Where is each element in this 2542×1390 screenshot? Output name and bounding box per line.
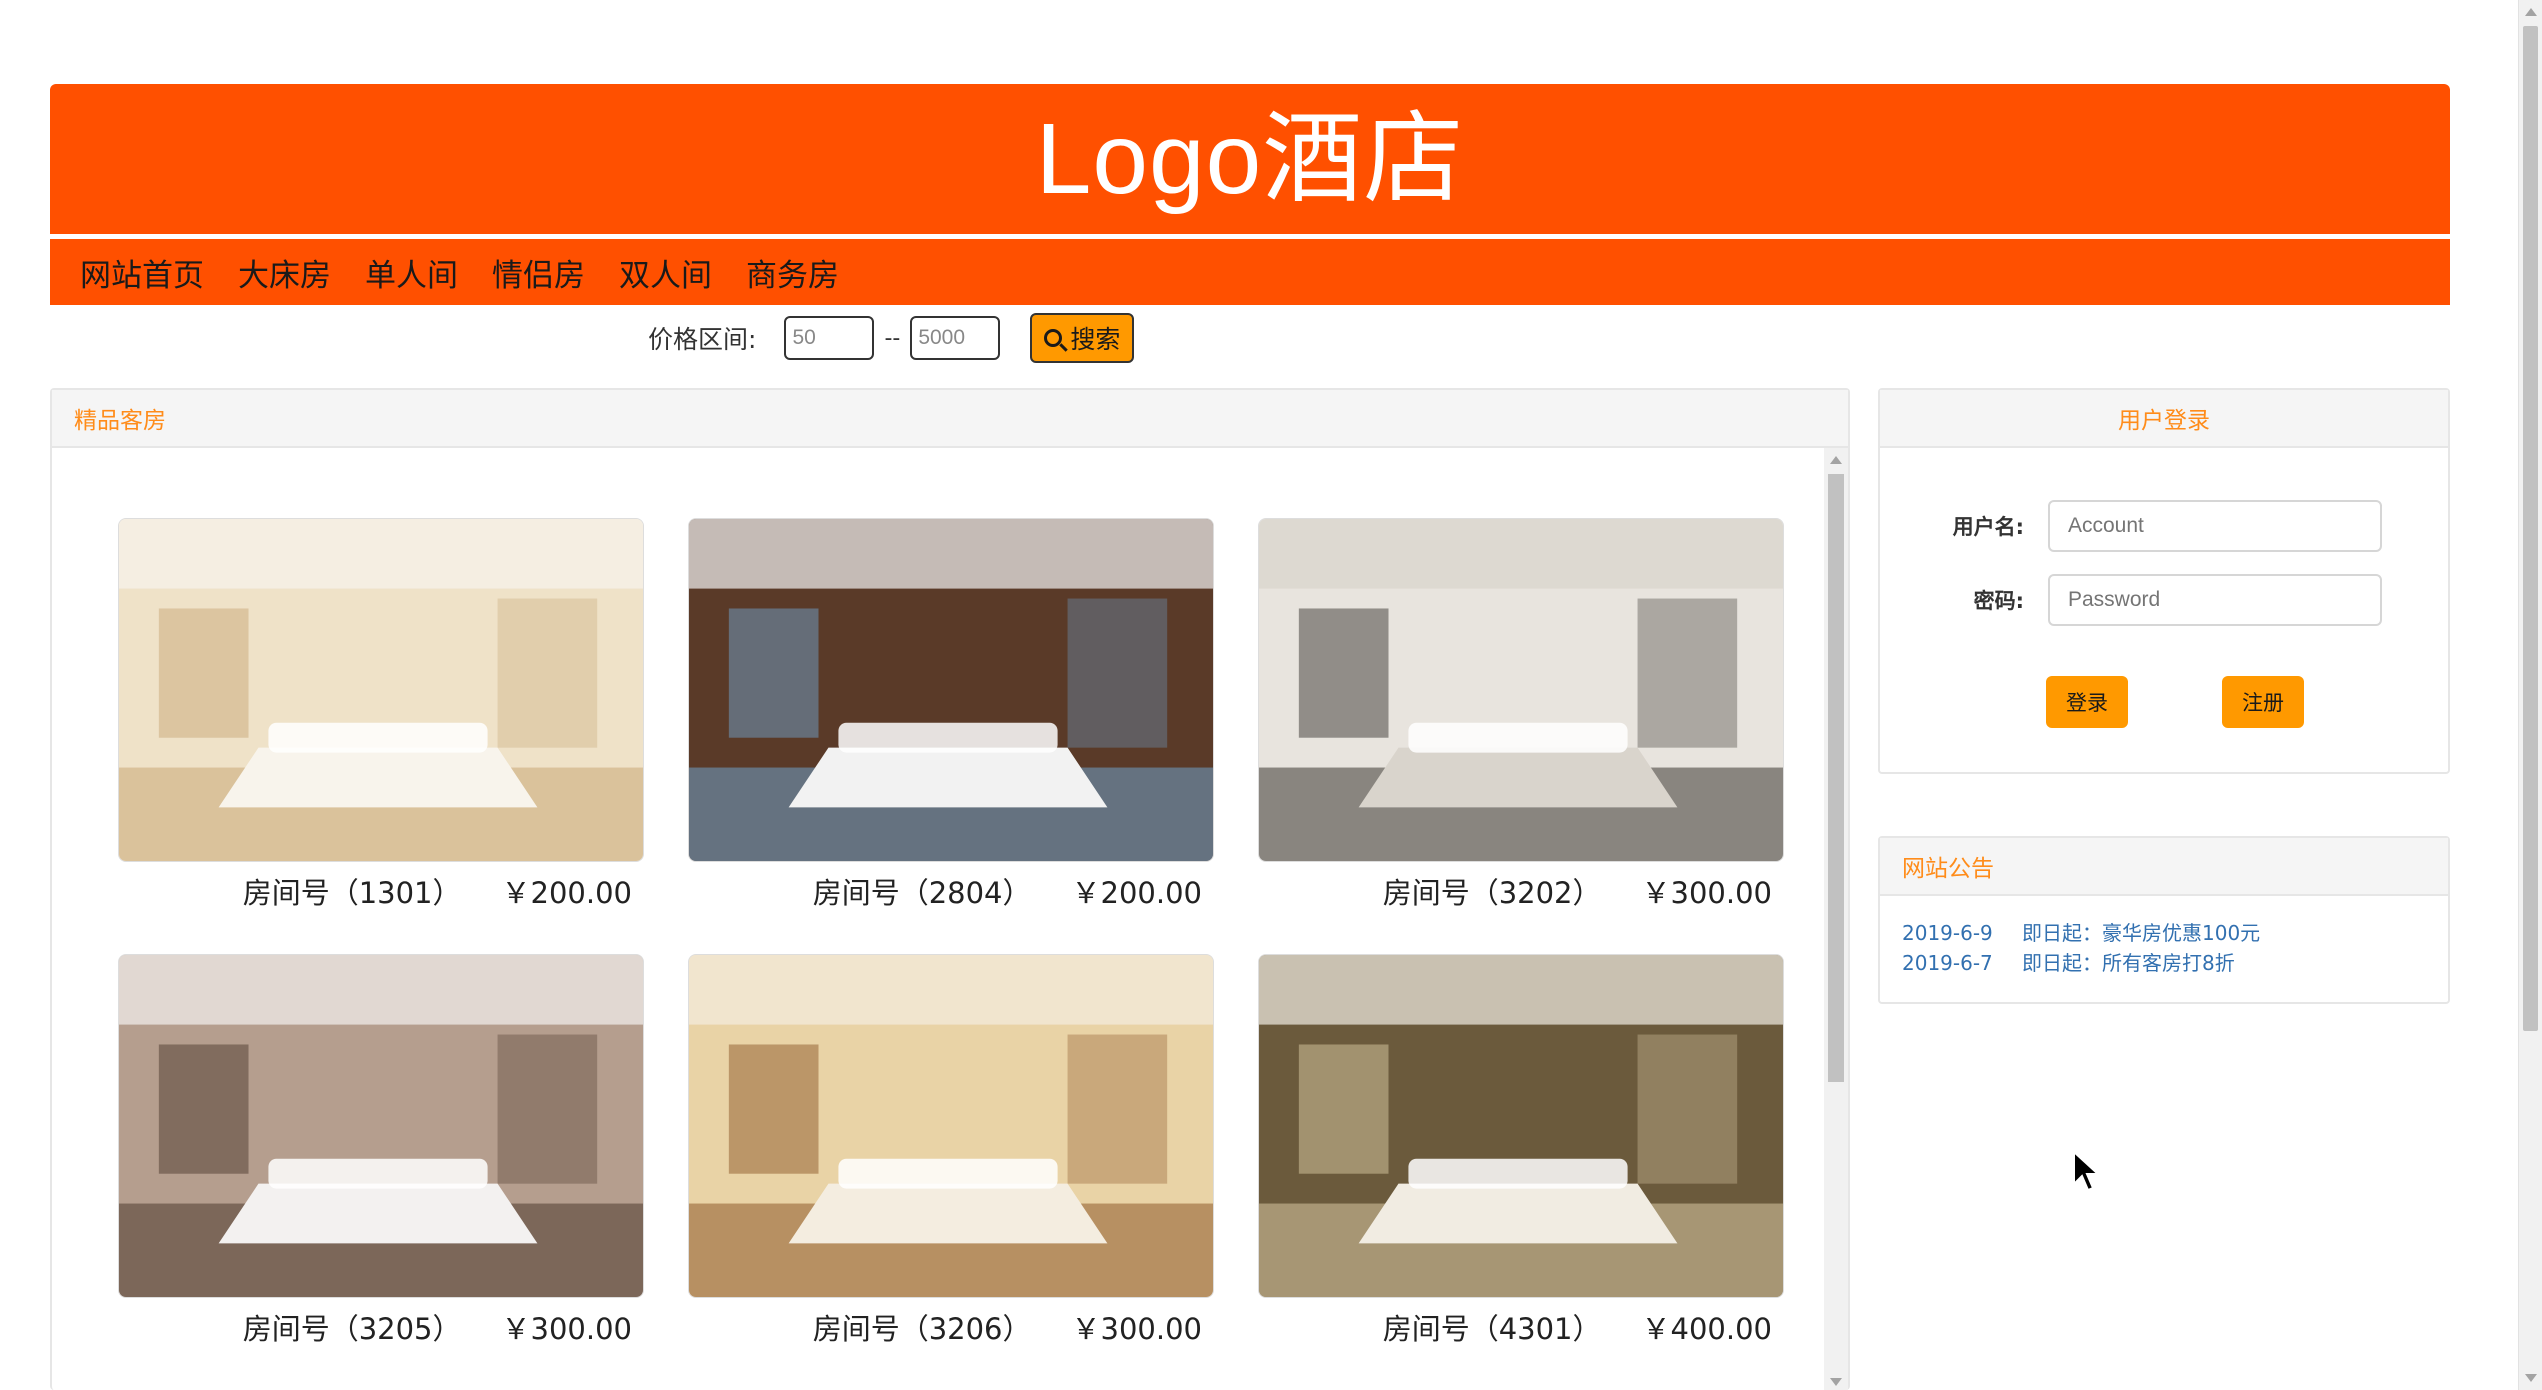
nav-item-king-bed[interactable]: 大床房 — [238, 250, 331, 295]
room-info: 房间号（1301） ￥200.00 — [118, 862, 644, 920]
room-info: 房间号（3205） ￥300.00 — [118, 1298, 644, 1356]
room-card[interactable]: 房间号（3202） ￥300.00 — [1258, 518, 1784, 920]
room-number[interactable]: 房间号（3205） — [243, 1306, 462, 1348]
notice-item[interactable]: 2019-6-7 即日起：所有客房打8折 — [1902, 948, 2448, 978]
username-label: 用户名: — [1952, 515, 2024, 539]
room-number[interactable]: 房间号（1301） — [243, 870, 462, 912]
room-photo[interactable] — [118, 518, 644, 862]
room-card[interactable]: 房间号（1301） ￥200.00 — [118, 518, 644, 920]
room-price: ￥400.00 — [1641, 1312, 1772, 1346]
scroll-up-arrow-icon[interactable] — [2525, 8, 2537, 16]
password-input[interactable] — [2048, 574, 2382, 626]
room-info: 房间号（3202） ￥300.00 — [1258, 862, 1784, 920]
notice-list: 2019-6-9 即日起：豪华房优惠100元 2019-6-7 即日起：所有客房… — [1880, 896, 2448, 978]
page-scrollbar[interactable] — [2518, 0, 2542, 1390]
notice-date: 2019-6-7 — [1902, 951, 1993, 975]
notice-text: 即日起：豪华房优惠100元 — [2022, 921, 2261, 945]
room-info: 房间号（4301） ￥400.00 — [1258, 1298, 1784, 1356]
room-info: 房间号（2804） ￥200.00 — [688, 862, 1214, 920]
price-filter: 价格区间: -- 搜索 — [648, 312, 1135, 364]
price-range-label: 价格区间: — [648, 325, 757, 354]
rooms-panel-title: 精品客房 — [52, 390, 1848, 448]
main-nav: 网站首页 大床房 单人间 情侣房 双人间 商务房 — [50, 239, 2450, 305]
search-button[interactable]: 搜索 — [1030, 313, 1135, 363]
scroll-down-arrow-icon[interactable] — [2525, 1374, 2537, 1382]
room-photo[interactable] — [1258, 954, 1784, 1298]
max-price-input[interactable] — [910, 316, 1001, 360]
room-price: ￥300.00 — [501, 1312, 632, 1346]
register-button[interactable]: 注册 — [2222, 676, 2304, 728]
min-price-input[interactable] — [784, 316, 875, 360]
password-label: 密码: — [1973, 589, 2024, 613]
room-card[interactable]: 房间号（3206） ￥300.00 — [688, 954, 1214, 1356]
room-price: ￥300.00 — [1641, 876, 1772, 910]
room-info: 房间号（3206） ￥300.00 — [688, 1298, 1214, 1356]
rooms-scrollbar[interactable] — [1824, 448, 1848, 1390]
mouse-cursor-icon — [2073, 1149, 2101, 1192]
room-photo[interactable] — [118, 954, 644, 1298]
login-panel: 用户登录 用户名: 密码: 登录 注册 — [1878, 388, 2450, 774]
page-scrollbar-thumb[interactable] — [2523, 26, 2538, 1031]
nav-item-twin[interactable]: 双人间 — [619, 250, 712, 295]
rooms-scroll-down-icon[interactable] — [1830, 1378, 1842, 1386]
room-card[interactable]: 房间号（2804） ￥200.00 — [688, 518, 1214, 920]
search-icon — [1044, 329, 1063, 347]
room-card[interactable]: 房间号（4301） ￥400.00 — [1258, 954, 1784, 1356]
login-button[interactable]: 登录 — [2046, 676, 2128, 728]
site-logo[interactable]: Logo酒店 — [1036, 109, 1464, 209]
room-card[interactable]: 房间号（3205） ￥300.00 — [118, 954, 644, 1356]
rooms-scroll-up-icon[interactable] — [1830, 456, 1842, 464]
rooms-panel: 精品客房 房间号（1301） ￥200.00 房间号（2804） ￥200.00 房间号… — [50, 388, 1850, 1390]
room-photo[interactable] — [688, 954, 1214, 1298]
notice-item[interactable]: 2019-6-9 即日起：豪华房优惠100元 — [1902, 918, 2448, 948]
room-number[interactable]: 房间号（3202） — [1383, 870, 1602, 912]
notice-date: 2019-6-9 — [1902, 921, 1993, 945]
notice-text: 即日起：所有客房打8折 — [2022, 951, 2235, 975]
password-row: 密码: — [1880, 574, 2382, 626]
room-number[interactable]: 房间号（4301） — [1383, 1306, 1602, 1348]
room-number[interactable]: 房间号（3206） — [813, 1306, 1032, 1348]
room-photo[interactable] — [688, 518, 1214, 862]
search-button-label: 搜索 — [1070, 325, 1121, 354]
nav-item-couple[interactable]: 情侣房 — [492, 250, 585, 295]
room-price: ￥200.00 — [501, 876, 632, 910]
nav-item-single[interactable]: 单人间 — [365, 250, 458, 295]
rooms-scroll-area: 房间号（1301） ￥200.00 房间号（2804） ￥200.00 房间号（3202… — [52, 448, 1848, 1390]
nav-item-business[interactable]: 商务房 — [746, 250, 839, 295]
site-header: Logo酒店 — [50, 84, 2450, 234]
nav-item-home[interactable]: 网站首页 — [80, 250, 204, 295]
room-price: ￥300.00 — [1071, 1312, 1202, 1346]
room-photo[interactable] — [1258, 518, 1784, 862]
notice-panel: 网站公告 2019-6-9 即日起：豪华房优惠100元 2019-6-7 即日起… — [1878, 836, 2450, 1004]
rooms-scrollbar-thumb[interactable] — [1828, 474, 1844, 1082]
username-input[interactable] — [2048, 500, 2382, 552]
room-price: ￥200.00 — [1071, 876, 1202, 910]
price-separator: -- — [884, 325, 901, 351]
room-number[interactable]: 房间号（2804） — [813, 870, 1032, 912]
notice-panel-title: 网站公告 — [1880, 838, 2448, 896]
rooms-grid: 房间号（1301） ￥200.00 房间号（2804） ￥200.00 房间号（3202… — [118, 518, 1784, 1356]
login-panel-title: 用户登录 — [1880, 390, 2448, 448]
username-row: 用户名: — [1880, 500, 2382, 552]
